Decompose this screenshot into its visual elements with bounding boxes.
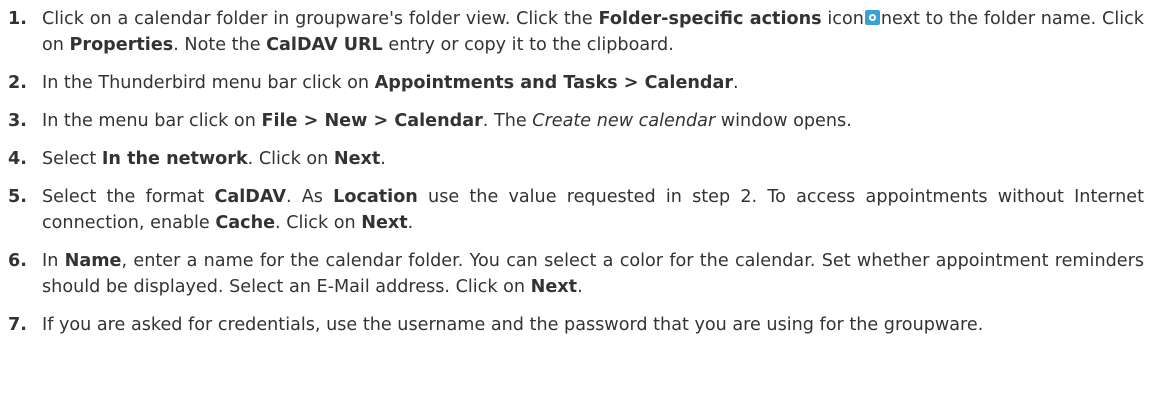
step-text-part: window opens. [715, 111, 852, 131]
location-label: Location [333, 187, 418, 207]
step-3: 3. In the menu bar click on File > New >… [0, 108, 1154, 134]
step-text-part: , enter a name for the calendar folder. … [42, 251, 1144, 297]
step-text-part: . [380, 149, 386, 169]
properties-label: Properties [69, 35, 174, 55]
name-label: Name [64, 251, 122, 271]
file-new-calendar-label: File > New > Calendar [261, 111, 483, 131]
step-number: 3. [8, 111, 27, 131]
step-text-part: . Note the [173, 35, 267, 55]
step-text: In the menu bar click on File > New > Ca… [42, 108, 1154, 134]
step-text-part: In the menu bar click on [42, 111, 262, 131]
next-label: Next [333, 149, 381, 169]
caldav-url-label: CalDAV URL [266, 35, 383, 55]
step-text-part: . [733, 73, 739, 93]
step-text-part: If you are asked for credentials, use th… [42, 315, 984, 335]
step-number: 1. [8, 9, 27, 29]
step-text-part: In [42, 251, 65, 271]
step-text: Click on a calendar folder in groupware'… [42, 6, 1154, 58]
step-6: 6. In Name, enter a name for the calenda… [0, 248, 1154, 300]
instruction-steps-list: 1. Click on a calendar folder in groupwa… [0, 0, 1154, 338]
step-text-part: icon [821, 9, 864, 29]
caldav-label: CalDAV [214, 187, 286, 207]
step-number: 7. [8, 315, 27, 335]
step-text-part: . The [482, 111, 533, 131]
step-text: Select the format CalDAV. As Location us… [42, 184, 1154, 236]
step-text: In Name, enter a name for the calendar f… [42, 248, 1154, 300]
step-text-part: Click on a calendar folder in groupware'… [42, 9, 599, 29]
step-text-part: entry or copy it to the clipboard. [382, 35, 674, 55]
in-the-network-label: In the network [101, 149, 248, 169]
next-label: Next [361, 213, 408, 233]
step-text-part: Select the format [42, 187, 215, 207]
step-5: 5. Select the format CalDAV. As Location… [0, 184, 1154, 236]
cache-label: Cache [215, 213, 276, 233]
step-number: 2. [8, 73, 27, 93]
next-label: Next [530, 277, 578, 297]
settings-gear-icon [864, 10, 880, 25]
step-number: 4. [8, 149, 27, 169]
step-text-part: Select [42, 149, 102, 169]
step-1: 1. Click on a calendar folder in groupwa… [0, 6, 1154, 58]
folder-specific-actions-label: Folder-specific actions [598, 9, 822, 29]
step-text: If you are asked for credentials, use th… [42, 312, 1154, 338]
appointments-and-tasks-calendar-label: Appointments and Tasks > Calendar [374, 73, 734, 93]
step-text: In the Thunderbird menu bar click on App… [42, 70, 1154, 96]
step-7: 7. If you are asked for credentials, use… [0, 312, 1154, 338]
step-text-part: . Click on [247, 149, 334, 169]
step-text-part: . As [285, 187, 334, 207]
step-number: 6. [8, 251, 27, 271]
step-4: 4. Select In the network. Click on Next. [0, 146, 1154, 172]
create-new-calendar-window-name: Create new calendar [532, 111, 716, 131]
step-number: 5. [8, 187, 27, 207]
step-text-part: In the Thunderbird menu bar click on [42, 73, 375, 93]
step-text-part: . [407, 213, 414, 233]
step-2: 2. In the Thunderbird menu bar click on … [0, 70, 1154, 96]
step-text: Select In the network. Click on Next. [42, 146, 1154, 172]
step-text-part: . [577, 277, 583, 297]
step-text-part: . Click on [275, 213, 362, 233]
